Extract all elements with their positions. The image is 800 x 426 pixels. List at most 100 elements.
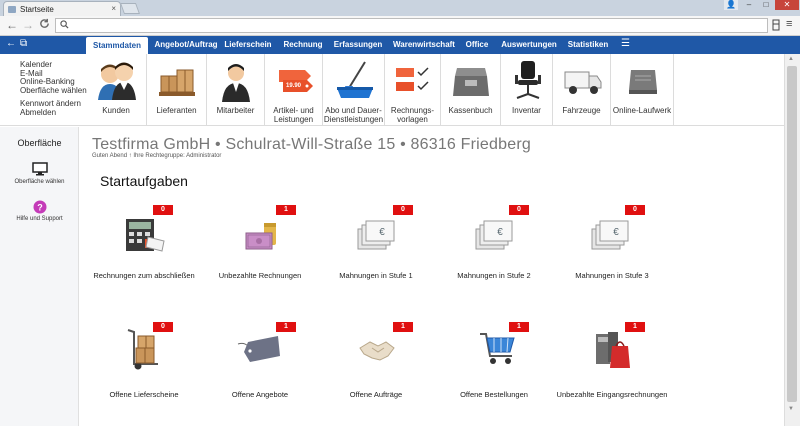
invoice-template-icon xyxy=(396,67,429,91)
reload-button[interactable] xyxy=(39,18,50,32)
sidebar: Oberfläche Oberfläche wählen ? Hilfe und… xyxy=(0,127,79,426)
money-icon xyxy=(245,223,276,250)
tab-rechnung[interactable]: Rechnung xyxy=(280,36,326,54)
back-button[interactable]: ← xyxy=(6,18,18,32)
ribbon-label-fahrzeuge: Fahrzeuge xyxy=(562,106,601,115)
ribbon-fahrzeuge[interactable]: Fahrzeuge xyxy=(552,54,610,126)
window-icon[interactable]: ⧉ xyxy=(20,38,27,49)
ribbon-kassenbuch[interactable]: Kassenbuch xyxy=(440,54,500,126)
tab-warenwirtschaft[interactable]: Warenwirtschaft xyxy=(391,36,457,54)
task-label: Mahnungen in Stufe 2 xyxy=(457,271,531,280)
tag-icon xyxy=(237,336,280,362)
count-badge: 1 xyxy=(276,205,296,215)
minimize-button[interactable]: – xyxy=(740,0,758,10)
ribbon-label-mitarbeiter: Mitarbeiter xyxy=(216,106,255,115)
close-tab-icon[interactable]: × xyxy=(111,4,116,13)
main-navigation: ← ⧉ Stammdaten Angebot/Auftrag Liefersch… xyxy=(0,36,800,54)
suppliers-icon xyxy=(159,69,195,96)
tab-lieferschein[interactable]: Lieferschein xyxy=(223,36,273,54)
ribbon-rechnungsvorlagen[interactable]: Rechnungs- vorlagen xyxy=(384,54,440,126)
task-unbezahlte-eingangsrechnungen[interactable]: 1 Unbezahlte Eingangsrechnungen xyxy=(552,322,672,402)
browser-menu-icon[interactable]: ≡ xyxy=(786,18,792,30)
task-label: Offene Angebote xyxy=(231,390,289,399)
ribbon-inventar[interactable]: Inventar xyxy=(500,54,552,126)
ribbon-artikel-leistungen[interactable]: 19.90 Artikel- und Leistungen xyxy=(264,54,322,126)
ribbon-lieferanten[interactable]: Lieferanten xyxy=(146,54,206,126)
tab-office[interactable]: Office xyxy=(462,36,492,54)
tab-auswertungen[interactable]: Auswertungen xyxy=(500,36,558,54)
mop-bucket-icon xyxy=(337,61,373,98)
browser-tab[interactable]: Startseite × xyxy=(3,1,121,16)
price-tags-icon xyxy=(279,70,313,92)
van-icon xyxy=(564,71,602,94)
ribbon-label-lieferanten: Lieferanten xyxy=(156,106,197,115)
ribbon-kunden[interactable]: Kunden xyxy=(86,54,146,126)
task-offene-bestellungen[interactable]: 1 Offene Bestellungen xyxy=(434,322,554,402)
hand-truck-icon xyxy=(127,329,158,370)
forward-button[interactable]: → xyxy=(22,18,34,32)
svg-text:?: ? xyxy=(37,203,43,213)
svg-text:€: € xyxy=(613,227,619,238)
task-label: Offene Lieferscheine xyxy=(109,390,179,399)
tab-statistiken[interactable]: Statistiken xyxy=(564,36,612,54)
euro-reminder-icon: € xyxy=(591,220,629,250)
ribbon-online-laufwerk[interactable]: Online-Laufwerk xyxy=(610,54,674,126)
task-label: Unbezahlte Rechnungen xyxy=(218,271,302,280)
task-mahnungen-stufe-2[interactable]: 0 € Mahnungen in Stufe 2 xyxy=(434,205,554,285)
maximize-button[interactable]: □ xyxy=(758,0,774,10)
customers-icon xyxy=(98,62,136,100)
greeting-text: Guten Abend ↑ Ihre Rechtegruppe: Adminis… xyxy=(92,153,222,159)
sidebar-item-oberflaeche-waehlen[interactable]: Oberfläche wählen xyxy=(0,162,79,185)
task-label: Offene Aufträge xyxy=(349,390,403,399)
task-label: Offene Bestellungen xyxy=(460,390,528,399)
task-label: Unbezahlte Eingangsrechnungen xyxy=(556,390,668,399)
scrollbar-thumb[interactable] xyxy=(787,66,797,402)
office-chair-icon xyxy=(515,61,541,99)
ribbon-mitarbeiter[interactable]: Mitarbeiter xyxy=(206,54,264,126)
sidebar-item-hilfe-support[interactable]: ? Hilfe und Support xyxy=(0,200,79,222)
extension-icon[interactable] xyxy=(771,19,781,31)
tab-stammdaten[interactable]: Stammdaten xyxy=(86,37,148,54)
tab-erfassungen[interactable]: Erfassungen xyxy=(332,36,384,54)
drive-icon xyxy=(629,70,657,94)
handshake-icon xyxy=(359,341,395,361)
task-mahnungen-stufe-1[interactable]: 0 € Mahnungen in Stufe 1 xyxy=(316,205,436,285)
tab-angebot-auftrag[interactable]: Angebot/Auftrag xyxy=(152,36,220,54)
shortcut-abmelden[interactable]: Abmelden xyxy=(20,108,87,118)
task-rechnungen-abschliessen[interactable]: 0 Rechnungen zum abschließen xyxy=(84,205,204,285)
calculator-icon xyxy=(126,219,165,252)
task-unbezahlte-rechnungen[interactable]: 1 Unbezahlte Rechnungen xyxy=(200,205,320,285)
scroll-down-arrow-icon[interactable]: ▼ xyxy=(788,406,794,412)
task-label: Rechnungen zum abschließen xyxy=(93,271,195,280)
ribbon-label-kassenbuch: Kassenbuch xyxy=(448,106,493,115)
ribbon-label-inventar: Inventar xyxy=(512,106,541,115)
shortcut-oberflaeche-waehlen[interactable]: Oberfläche wählen xyxy=(20,86,87,96)
count-badge: 1 xyxy=(276,322,296,332)
count-badge: 0 xyxy=(509,205,529,215)
svg-text:€: € xyxy=(379,227,385,238)
task-label: Mahnungen in Stufe 1 xyxy=(339,271,413,280)
ribbon-label-rechnungsvorlagen: Rechnungs- vorlagen xyxy=(390,106,435,124)
hamburger-menu-icon[interactable]: ☰ xyxy=(621,38,630,49)
search-icon xyxy=(60,20,69,29)
address-bar[interactable] xyxy=(55,18,768,33)
task-offene-lieferscheine[interactable]: 0 Offene Lieferscheine xyxy=(84,322,204,402)
employee-icon xyxy=(222,64,250,102)
count-badge: 1 xyxy=(393,322,413,332)
monitor-icon xyxy=(31,162,48,176)
sidebar-title: Oberfläche xyxy=(17,138,62,148)
ribbon-label-artikel: Artikel- und Leistungen xyxy=(273,106,314,124)
task-label: Mahnungen in Stufe 3 xyxy=(575,271,649,280)
euro-reminder-icon: € xyxy=(475,220,513,250)
scroll-up-arrow-icon[interactable]: ▲ xyxy=(788,56,794,62)
ribbon-abo-dauer[interactable]: Abo und Dauer- Dienstleistungen xyxy=(322,54,384,126)
browser-tab-strip: Startseite × 👤 – □ ✕ xyxy=(0,0,800,16)
user-profile-icon[interactable]: 👤 xyxy=(724,0,738,10)
back-arrow-icon[interactable]: ← xyxy=(6,38,16,49)
task-offene-auftraege[interactable]: 1 Offene Aufträge xyxy=(316,322,436,402)
new-tab-button[interactable] xyxy=(119,3,141,14)
task-offene-angebote[interactable]: 1 Offene Angebote xyxy=(200,322,320,402)
task-mahnungen-stufe-3[interactable]: 0 € Mahnungen in Stufe 3 xyxy=(552,205,672,285)
close-window-button[interactable]: ✕ xyxy=(775,0,799,10)
euro-reminder-icon: € xyxy=(357,220,395,250)
